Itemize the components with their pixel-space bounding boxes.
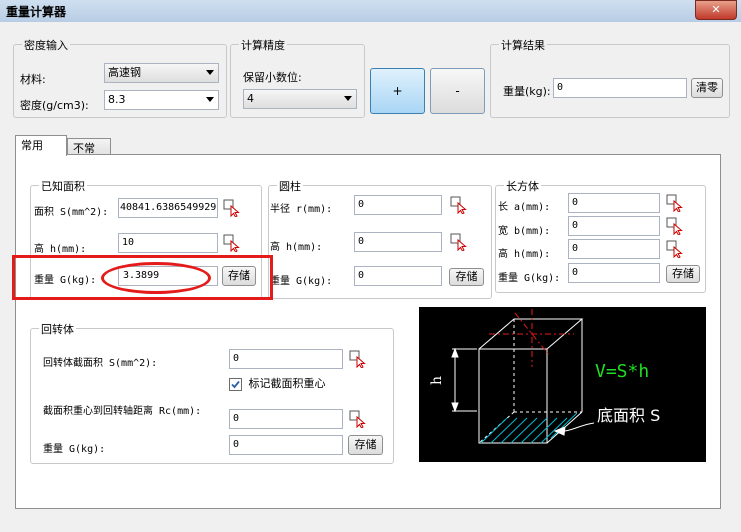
distance-label: 截面积重心到回转轴距离 Rc(mm): xyxy=(43,406,202,417)
known-area-legend: 已知面积 xyxy=(39,178,87,194)
cylinder-group: 圆柱 半径 r(mm): 0 高 h(mm): 0 重量 G(kg): 0 存储 xyxy=(268,178,492,299)
cyl-weight-label: 重量 G(kg): xyxy=(270,276,333,287)
cuboid-group: 长方体 长 a(mm): 0 宽 b(mm): 0 高 h(mm): 0 重量 … xyxy=(495,178,706,293)
titlebar: 重量计算器 ✕ xyxy=(0,0,741,23)
revolution-legend: 回转体 xyxy=(39,321,76,337)
decimals-value: 4 xyxy=(247,92,254,105)
chevron-down-icon xyxy=(344,96,352,101)
revolution-group: 回转体 回转体截面积 S(mm^2): 0 标记截面积重心 截面积重心到回转轴距… xyxy=(30,321,394,464)
precision-legend: 计算精度 xyxy=(239,37,287,53)
formula-text: V=S*h xyxy=(595,361,649,382)
mark-centroid-label: 标记截面积重心 xyxy=(248,377,326,390)
distance-input[interactable]: 0 xyxy=(229,409,343,429)
window-body: 密度输入 材料: 高速钢 密度(g/cm3): 8.3 计算精度 保留小数位: … xyxy=(0,22,741,532)
result-weight-field[interactable]: 0 xyxy=(553,78,687,98)
result-weight-label: 重量(kg): xyxy=(503,85,551,98)
length-label: 长 a(mm): xyxy=(498,202,551,213)
rev-weight-label: 重量 G(kg): xyxy=(43,444,106,455)
cyl-save-button[interactable]: 存储 xyxy=(449,268,484,286)
clear-button[interactable]: 清零 xyxy=(691,78,723,98)
decimals-select[interactable]: 4 xyxy=(243,89,357,109)
weight-output[interactable]: 3.3899 xyxy=(118,266,218,286)
radius-input[interactable]: 0 xyxy=(354,195,442,215)
cursor-pick-icon[interactable] xyxy=(349,410,367,428)
cursor-pick-icon[interactable] xyxy=(349,350,367,368)
cuboid-legend: 长方体 xyxy=(504,178,541,194)
width-label: 宽 b(mm): xyxy=(498,226,551,237)
save-button[interactable]: 存储 xyxy=(222,266,256,286)
density-group: 密度输入 材料: 高速钢 密度(g/cm3): 8.3 xyxy=(13,37,227,118)
cube-save-button[interactable]: 存储 xyxy=(666,265,700,283)
radius-label: 半径 r(mm): xyxy=(270,204,333,215)
close-button[interactable]: ✕ xyxy=(695,0,737,20)
cuboid-diagram: h V=S*h 底面积 S xyxy=(419,307,706,462)
chevron-down-icon xyxy=(206,70,214,75)
result-group: 计算结果 重量(kg): 0 清零 xyxy=(490,37,730,118)
rev-save-button[interactable]: 存储 xyxy=(348,435,383,455)
material-select[interactable]: 高速钢 xyxy=(104,63,219,83)
chevron-down-icon xyxy=(206,97,214,102)
density-combo[interactable]: 8.3 xyxy=(104,90,219,110)
cyl-height-label: 高 h(mm): xyxy=(270,242,323,253)
width-input[interactable]: 0 xyxy=(568,216,660,236)
cube-height-label: 高 h(mm): xyxy=(498,249,551,260)
mark-centroid-checkbox[interactable] xyxy=(229,377,242,391)
cube-weight-label: 重量 G(kg): xyxy=(498,273,561,284)
length-input[interactable]: 0 xyxy=(568,193,660,213)
cursor-pick-icon[interactable] xyxy=(223,234,241,252)
cube-weight-output[interactable]: 0 xyxy=(568,263,660,283)
precision-group: 计算精度 保留小数位: 4 xyxy=(230,37,365,118)
cylinder-legend: 圆柱 xyxy=(277,178,303,194)
cursor-pick-icon[interactable] xyxy=(666,240,684,258)
density-label: 密度(g/cm3): xyxy=(20,99,89,112)
height-input[interactable]: 10 xyxy=(118,233,218,253)
material-label: 材料: xyxy=(20,73,46,86)
window-title: 重量计算器 xyxy=(6,5,67,19)
cursor-pick-icon[interactable] xyxy=(450,196,468,214)
tab-uncommon[interactable]: 不常用 xyxy=(67,138,111,171)
weight-label: 重量 G(kg): xyxy=(34,275,97,286)
base-area-text: 底面积 S xyxy=(597,406,660,425)
height-label: 高 h(mm): xyxy=(34,244,87,255)
minus-button[interactable]: - xyxy=(430,68,485,114)
cursor-pick-icon[interactable] xyxy=(666,217,684,235)
section-area-input[interactable]: 0 xyxy=(229,349,343,369)
cursor-pick-icon[interactable] xyxy=(223,199,241,217)
mark-centroid-checkbox-row[interactable]: 标记截面积重心 xyxy=(229,375,326,391)
material-value: 高速钢 xyxy=(108,66,141,79)
cursor-pick-icon[interactable] xyxy=(450,233,468,251)
area-label: 面积 S(mm^2): xyxy=(34,207,109,218)
cube-height-input[interactable]: 0 xyxy=(568,239,660,259)
plus-button[interactable]: + xyxy=(370,68,425,114)
tab-panel-common: 已知面积 面积 S(mm^2): 40841.6386549929 高 h(mm… xyxy=(15,154,721,509)
cyl-height-input[interactable]: 0 xyxy=(354,232,442,252)
decimals-label: 保留小数位: xyxy=(243,71,302,84)
area-input[interactable]: 40841.6386549929 xyxy=(118,198,218,218)
tab-common[interactable]: 常用 xyxy=(15,135,67,156)
cyl-weight-output[interactable]: 0 xyxy=(354,266,442,286)
density-value: 8.3 xyxy=(108,93,126,106)
known-area-group: 已知面积 面积 S(mm^2): 40841.6386549929 高 h(mm… xyxy=(30,178,262,299)
cursor-pick-icon[interactable] xyxy=(666,194,684,212)
result-legend: 计算结果 xyxy=(499,37,547,53)
rev-weight-output[interactable]: 0 xyxy=(229,435,343,455)
density-legend: 密度输入 xyxy=(22,37,70,53)
height-mark: h xyxy=(429,376,445,385)
section-area-label: 回转体截面积 S(mm^2): xyxy=(43,358,158,369)
